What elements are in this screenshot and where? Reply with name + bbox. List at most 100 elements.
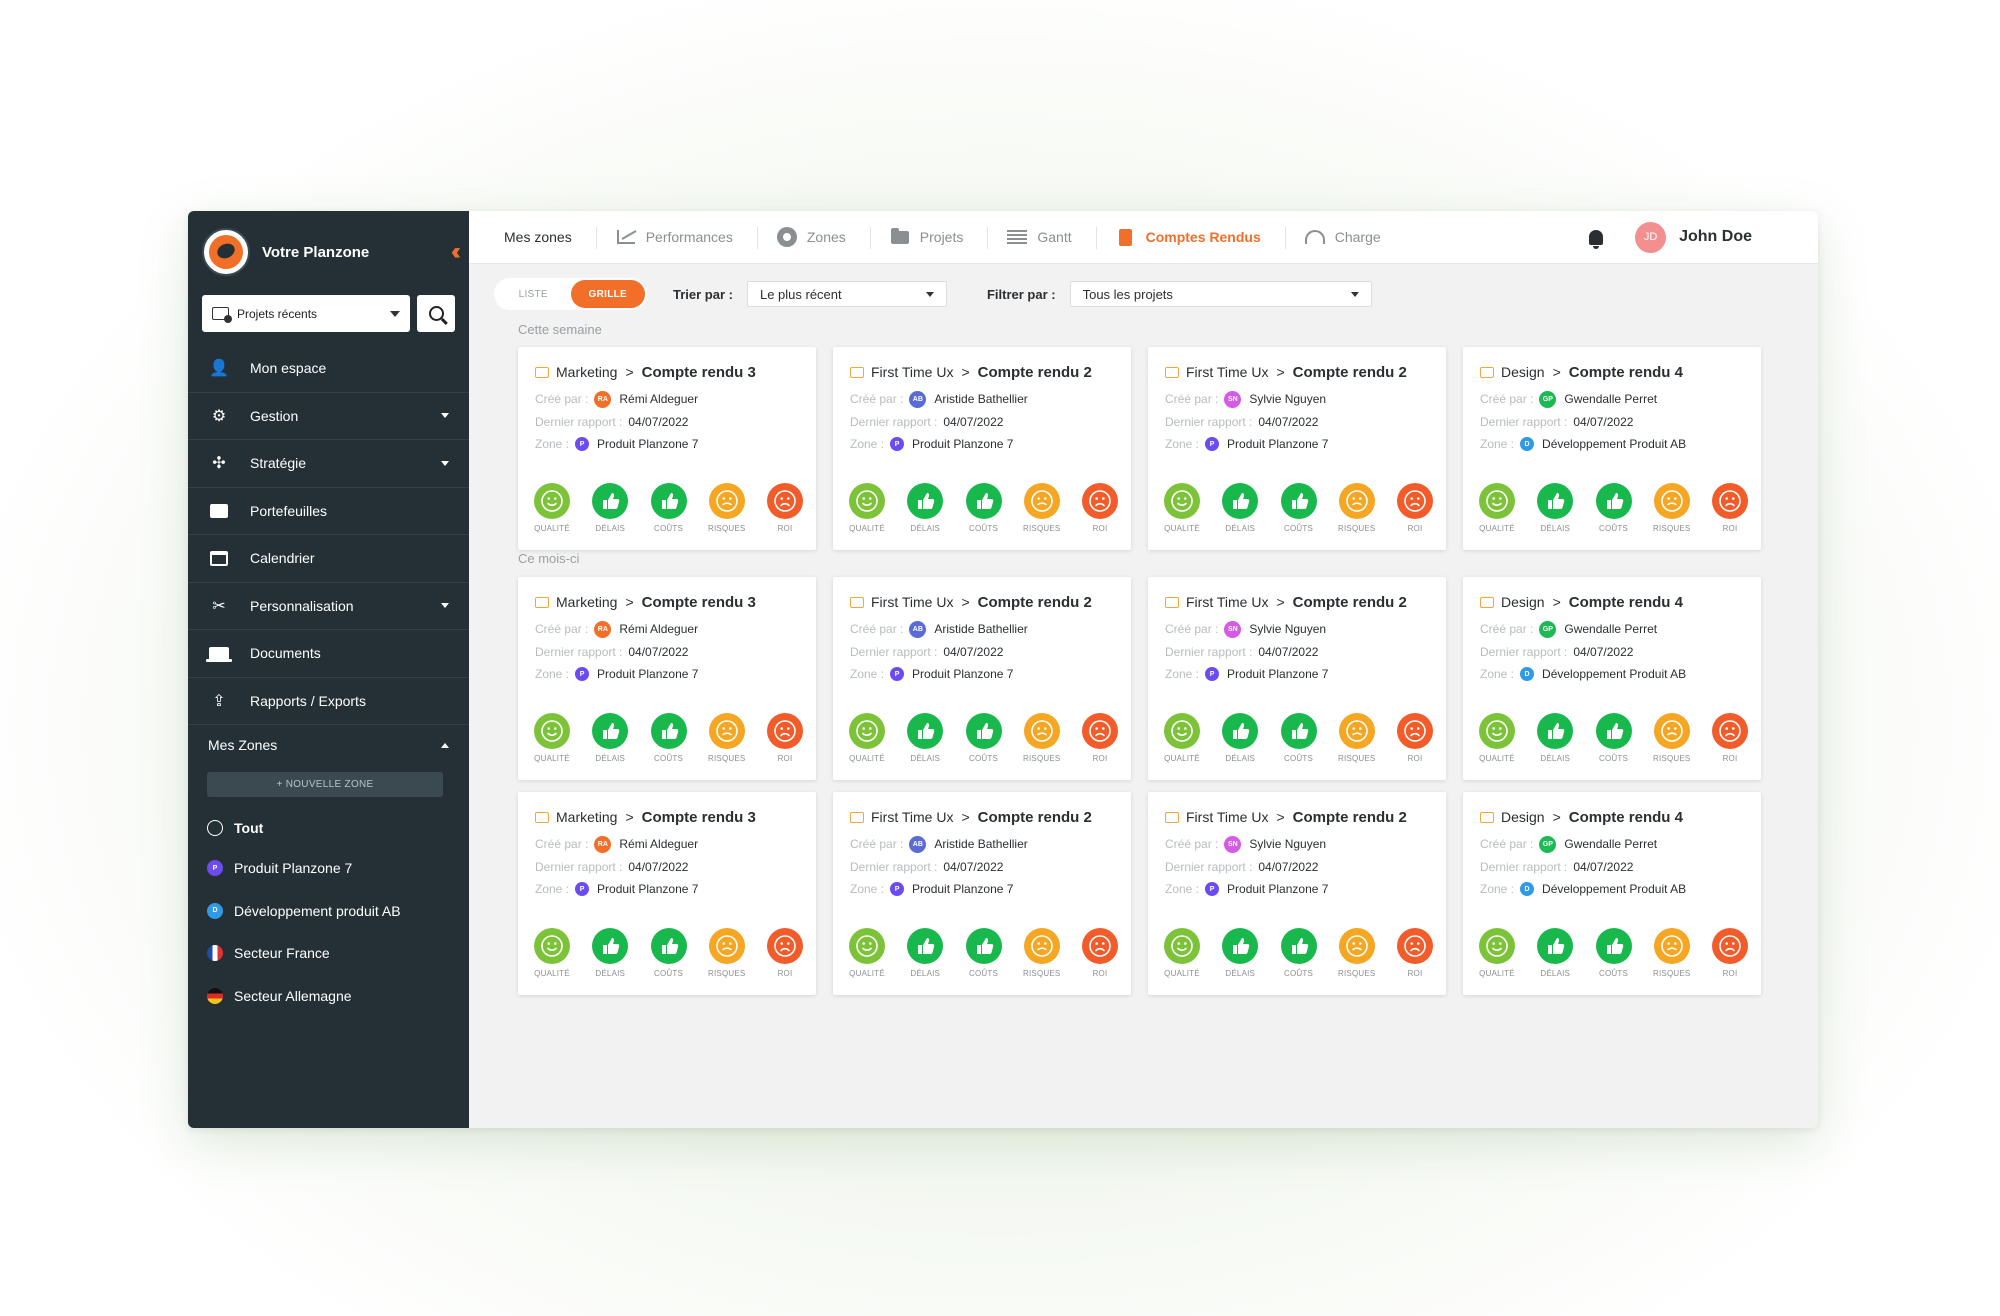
kpi-quality[interactable]: QUALITÉ [848,713,886,763]
sidebar-item-portefeuilles[interactable]: Portefeuilles [188,488,469,535]
kpi-risks[interactable]: RISQUES [1338,713,1376,763]
tab-performances[interactable]: Performances [595,211,757,263]
sort-select[interactable]: Le plus récent [746,281,947,307]
zone-item[interactable]: P Produit Planzone 7 [207,847,457,890]
kpi-quality[interactable]: QUALITÉ [1478,713,1516,763]
kpi-costs[interactable]: COÛTS [650,483,688,533]
kpi-risks[interactable]: RISQUES [1338,928,1376,978]
kpi-delays[interactable]: DÉLAIS [1221,928,1259,978]
new-zone-button[interactable]: + NOUVELLE ZONE [207,772,443,797]
kpi-risks[interactable]: RISQUES [708,928,746,978]
kpi-costs[interactable]: COÛTS [1595,713,1633,763]
kpi-delays[interactable]: DÉLAIS [591,713,629,763]
kpi-quality[interactable]: QUALITÉ [1478,928,1516,978]
kpi-risks[interactable]: RISQUES [708,483,746,533]
sidebar-item-rapports-exports[interactable]: ⇪ Rapports / Exports [188,678,469,725]
filter-select[interactable]: Tous les projets [1069,281,1372,307]
notifications-bell-icon[interactable] [1589,229,1604,249]
zone-item[interactable]: Tout [207,809,457,847]
kpi-costs[interactable]: COÛTS [1280,483,1318,533]
kpi-costs[interactable]: COÛTS [650,928,688,978]
kpi-risks[interactable]: RISQUES [708,713,746,763]
kpi-roi[interactable]: ROI [1711,928,1749,978]
zone-item[interactable]: Secteur Allemagne [207,975,457,1018]
report-card[interactable]: First Time Ux > Compte rendu 2 Créé par : SN… [1148,347,1446,550]
kpi-roi[interactable]: ROI [766,928,804,978]
kpi-roi[interactable]: ROI [1711,713,1749,763]
user-name[interactable]: John Doe [1679,228,1752,246]
kpi-risks[interactable]: RISQUES [1023,928,1061,978]
kpi-risks[interactable]: RISQUES [1653,483,1691,533]
report-card[interactable]: First Time Ux > Compte rendu 2 Créé par : SN… [1148,792,1446,995]
kpi-quality[interactable]: QUALITÉ [533,483,571,533]
collapse-sidebar-icon[interactable]: ‹‹ [451,238,461,266]
sidebar-item-stratégie[interactable]: ✣ Stratégie [188,440,469,488]
tab-projets[interactable]: Projets [869,211,988,263]
report-card[interactable]: Design > Compte rendu 4 Créé par : GP Gwendal… [1463,792,1761,995]
kpi-roi[interactable]: ROI [1081,483,1119,533]
sidebar-item-documents[interactable]: Documents [188,630,469,678]
kpi-costs[interactable]: COÛTS [650,713,688,763]
report-card[interactable]: Marketing > Compte rendu 3 Créé par : RA Rémi… [518,577,816,780]
kpi-quality[interactable]: QUALITÉ [848,483,886,533]
kpi-quality[interactable]: QUALITÉ [1163,483,1201,533]
kpi-delays[interactable]: DÉLAIS [1221,713,1259,763]
report-card[interactable]: Marketing > Compte rendu 3 Créé par : RA Rémi… [518,347,816,550]
zone-item[interactable]: D Développement produit AB [207,890,457,933]
kpi-costs[interactable]: COÛTS [1595,483,1633,533]
tab-mes-zones[interactable]: Mes zones [469,211,596,263]
kpi-quality[interactable]: QUALITÉ [1478,483,1516,533]
view-list-button[interactable]: LISTE [496,280,571,308]
report-card[interactable]: Design > Compte rendu 4 Créé par : GP Gwendal… [1463,347,1761,550]
kpi-quality[interactable]: QUALITÉ [1163,713,1201,763]
kpi-quality[interactable]: QUALITÉ [1163,928,1201,978]
kpi-delays[interactable]: DÉLAIS [1221,483,1259,533]
tab-gantt[interactable]: Gantt [987,211,1095,263]
kpi-roi[interactable]: ROI [1081,928,1119,978]
kpi-delays[interactable]: DÉLAIS [906,713,944,763]
kpi-risks[interactable]: RISQUES [1653,713,1691,763]
kpi-quality[interactable]: QUALITÉ [533,713,571,763]
kpi-costs[interactable]: COÛTS [965,483,1003,533]
kpi-costs[interactable]: COÛTS [965,928,1003,978]
tab-zones[interactable]: Zones [756,211,870,263]
kpi-delays[interactable]: DÉLAIS [591,483,629,533]
kpi-roi[interactable]: ROI [1081,713,1119,763]
sidebar-item-mon-espace[interactable]: 👤 Mon espace [188,345,469,393]
kpi-delays[interactable]: DÉLAIS [1536,928,1574,978]
report-card[interactable]: First Time Ux > Compte rendu 2 Créé par : AB… [833,792,1131,995]
kpi-delays[interactable]: DÉLAIS [906,928,944,978]
kpi-risks[interactable]: RISQUES [1653,928,1691,978]
kpi-risks[interactable]: RISQUES [1023,483,1061,533]
kpi-roi[interactable]: ROI [766,713,804,763]
kpi-costs[interactable]: COÛTS [1280,713,1318,763]
kpi-delays[interactable]: DÉLAIS [591,928,629,978]
kpi-costs[interactable]: COÛTS [965,713,1003,763]
kpi-roi[interactable]: ROI [1396,928,1434,978]
report-card[interactable]: First Time Ux > Compte rendu 2 Créé par : AB… [833,577,1131,780]
report-card[interactable]: Design > Compte rendu 4 Créé par : GP Gwendal… [1463,577,1761,780]
sidebar-item-personnalisation[interactable]: ✂ Personnalisation [188,583,469,630]
kpi-quality[interactable]: QUALITÉ [533,928,571,978]
tab-comptes-rendus[interactable]: Comptes Rendus [1095,211,1285,263]
zone-item[interactable]: Secteur France [207,932,457,975]
user-avatar[interactable]: JD [1635,221,1667,253]
kpi-delays[interactable]: DÉLAIS [1536,713,1574,763]
kpi-roi[interactable]: ROI [1711,483,1749,533]
kpi-roi[interactable]: ROI [1396,713,1434,763]
kpi-costs[interactable]: COÛTS [1595,928,1633,978]
report-card[interactable]: First Time Ux > Compte rendu 2 Créé par : SN… [1148,577,1446,780]
tab-charge[interactable]: Charge [1284,211,1405,263]
zones-header[interactable]: Mes Zones [208,737,449,753]
kpi-costs[interactable]: COÛTS [1280,928,1318,978]
kpi-delays[interactable]: DÉLAIS [1536,483,1574,533]
planzone-logo[interactable] [202,228,250,276]
kpi-quality[interactable]: QUALITÉ [848,928,886,978]
kpi-roi[interactable]: ROI [1396,483,1434,533]
report-card[interactable]: First Time Ux > Compte rendu 2 Créé par : AB… [833,347,1131,550]
recent-projects-select[interactable]: Projets récents [202,295,410,332]
kpi-risks[interactable]: RISQUES [1338,483,1376,533]
view-grid-button[interactable]: GRILLE [570,280,645,308]
kpi-risks[interactable]: RISQUES [1023,713,1061,763]
sidebar-item-calendrier[interactable]: Calendrier [188,535,469,583]
